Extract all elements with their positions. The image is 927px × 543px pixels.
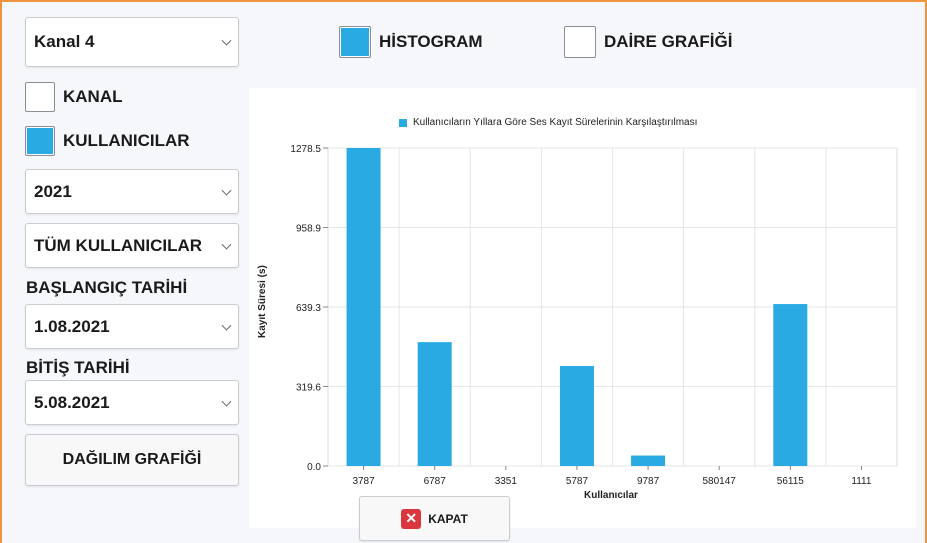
start-date-label: BAŞLANGIÇ TARİHİ (26, 278, 188, 297)
start-date-select[interactable]: 1.08.2021 (25, 304, 239, 349)
bar (559, 366, 594, 466)
x-tick-label: 6787 (424, 476, 447, 487)
x-axis-label: Kullanıcılar (584, 490, 638, 501)
kanal-label: KANAL (63, 87, 123, 106)
year-select[interactable]: 2021 (25, 169, 239, 214)
kanal-checkbox-box[interactable] (25, 82, 55, 112)
kanal-checkbox[interactable]: KANAL (25, 82, 123, 112)
y-tick-label: 319.6 (296, 383, 321, 394)
end-date-label: BİTİŞ TARİHİ (26, 358, 130, 377)
start-date-value: 1.08.2021 (34, 316, 110, 336)
pie-chart-label: DAİRE GRAFİĞİ (604, 32, 733, 51)
x-tick-label: 56115 (777, 476, 805, 487)
x-tick-label: 3787 (352, 476, 375, 487)
x-tick-label: 5787 (566, 476, 589, 487)
x-tick-label: 580147 (703, 476, 737, 487)
x-tick-label: 1111 (851, 476, 871, 487)
close-button[interactable]: ✕ KAPAT (359, 496, 510, 541)
y-tick-label: 0.0 (307, 462, 321, 473)
users-select[interactable]: TÜM KULLANICILAR (25, 223, 239, 268)
chevron-down-icon (221, 185, 232, 196)
histogram-checkbox-box[interactable] (339, 26, 371, 58)
y-tick-label: 958.9 (296, 223, 321, 234)
pie-chart-checkbox[interactable]: DAİRE GRAFİĞİ (564, 26, 732, 58)
users-checkbox-box[interactable] (25, 126, 55, 156)
end-date-value: 5.08.2021 (34, 392, 110, 412)
distribution-chart-button[interactable]: DAĞILIM GRAFİĞİ (25, 434, 239, 486)
bar (346, 148, 381, 466)
histogram-label: HİSTOGRAM (379, 32, 483, 51)
channel-select[interactable]: Kanal 4 (25, 17, 239, 67)
channel-select-value: Kanal 4 (34, 32, 95, 51)
close-button-label: KAPAT (428, 511, 468, 526)
pie-chart-checkbox-box[interactable] (564, 26, 596, 58)
year-select-value: 2021 (34, 181, 72, 201)
app-frame: Kanal 4 KANAL KULLANICILAR 2021 TÜM KULL… (0, 0, 927, 543)
distribution-chart-label: DAĞILIM GRAFİĞİ (62, 451, 202, 468)
x-tick-label: 9787 (637, 476, 660, 487)
bar (631, 455, 666, 466)
x-tick-label: 3351 (495, 476, 518, 487)
y-tick-label: 1278.5 (290, 144, 321, 155)
chart-panel: Kullanıcıların Yıllara Göre Ses Kayıt Sü… (249, 88, 916, 528)
bar (773, 304, 808, 466)
bar-chart: 0.0 319.6 639.3 958.9 1278.5 3787 6787 3351 5787… (290, 144, 898, 487)
users-select-value: TÜM KULLANICILAR (34, 235, 203, 255)
bar (417, 342, 452, 466)
end-date-select[interactable]: 5.08.2021 (25, 380, 239, 425)
users-label: KULLANICILAR (63, 131, 190, 150)
chevron-down-icon (221, 320, 232, 331)
y-tick-label: 639.3 (296, 303, 321, 314)
histogram-checkbox[interactable]: HİSTOGRAM (339, 26, 483, 58)
users-checkbox[interactable]: KULLANICILAR (25, 126, 190, 156)
chevron-down-icon (221, 396, 232, 407)
chevron-down-icon (221, 239, 232, 250)
close-icon: ✕ (401, 508, 422, 529)
chevron-down-icon (221, 35, 232, 46)
